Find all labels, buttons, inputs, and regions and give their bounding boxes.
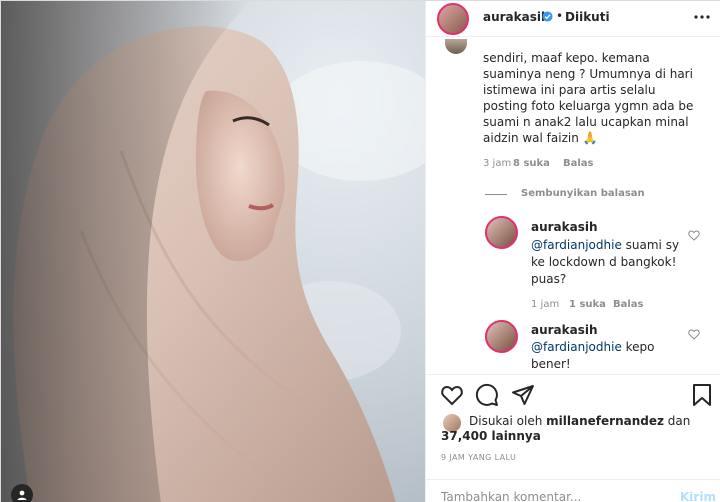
reply-mention[interactable]: @fardianjodhie [531,340,622,354]
reply-mention[interactable]: @fardianjodhie [531,238,622,252]
comment-icon[interactable] [475,383,499,407]
comment-reply-button[interactable]: Balas [563,158,594,169]
like-heart-icon[interactable] [440,383,464,407]
comments-list[interactable]: sendiri, maaf kepo. kemana suaminya neng… [426,37,720,374]
reply-avatar[interactable] [485,320,518,353]
post-sidebar: aurakasih • Diikuti sendiri, maaf kepo. … [425,1,720,502]
likes-others-link[interactable]: 37,400 lainnya [441,429,541,443]
likes-prefix: Disukai oleh [469,414,543,428]
like-comment-heart-icon[interactable] [688,230,700,241]
post-timestamp[interactable]: 9 JAM YANG LALU [441,453,516,462]
comment-input[interactable]: Tambahkan komentar... [441,490,581,502]
comment-body: sendiri, maaf kepo. kemana suaminya neng… [483,51,694,145]
reply-avatar[interactable] [485,216,518,249]
photo-illustration [1,1,425,502]
author-avatar[interactable] [437,3,469,35]
more-horizontal-icon[interactable] [692,9,712,25]
verified-badge-icon [542,11,553,22]
reply-likes[interactable]: 1 suka [569,299,606,310]
post-header: aurakasih • Diikuti [426,1,720,37]
reply-time[interactable]: 1 jam [531,299,559,310]
liker-username[interactable]: millanefernandez [546,414,664,428]
post-photo[interactable] [1,1,425,502]
likes-conjunction: dan [667,414,691,428]
reply-username[interactable]: aurakasih [531,323,598,337]
post-dialog: aurakasih • Diikuti sendiri, maaf kepo. … [0,0,720,502]
comment-composer: Tambahkan komentar... Kirim [426,479,720,502]
likes-summary: Disukai oleh millanefernandez dan 37,400… [426,406,720,446]
reply-reply-button[interactable]: Balas [613,299,644,310]
reply-username[interactable]: aurakasih [531,220,598,234]
like-comment-heart-icon[interactable] [688,329,700,340]
reply-body: @fardianjodhie kepo bener! [531,339,696,373]
header-separator: • [556,9,564,23]
post-comment-button[interactable]: Kirim [680,490,716,502]
comment-time[interactable]: 3 jam [483,158,511,169]
likes-line: Disukai oleh millanefernandez dan [469,414,690,428]
reply-body: @fardianjodhie suami sy ke lockdown d ba… [531,237,696,288]
author-username[interactable]: aurakasih [483,10,550,24]
save-bookmark-icon[interactable] [690,383,714,407]
hide-replies-label: Sembunyikan balasan [521,188,645,199]
commenter-avatar[interactable] [445,39,467,54]
comment-likes[interactable]: 8 suka [513,158,550,169]
share-send-icon[interactable] [511,383,535,407]
follow-status-button[interactable]: Diikuti [565,10,610,24]
tag-people-icon[interactable] [11,484,33,502]
hide-replies-line [485,194,507,195]
